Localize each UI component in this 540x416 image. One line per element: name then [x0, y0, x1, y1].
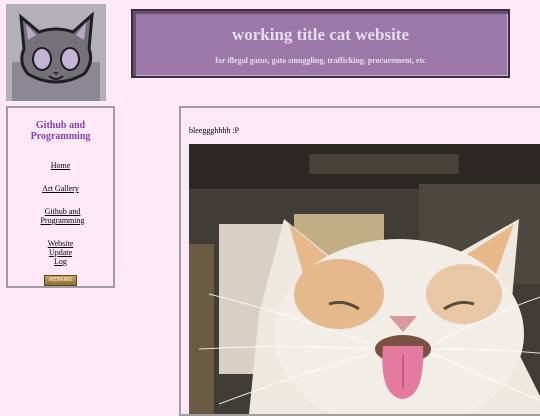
sidebar-heading: Github and Programming	[30, 120, 91, 142]
nav-link-home[interactable]: Home	[8, 161, 113, 170]
post-caption: bleeggghhhh :P	[189, 126, 239, 135]
site-subtitle: for illegal gatos, gato smuggling, traff…	[215, 56, 426, 65]
cat-logo-icon	[6, 4, 106, 101]
main-content: bleeggghhhh :P	[179, 106, 540, 416]
cat-tongue-photo	[189, 144, 540, 414]
webring-badge[interactable]: WEBRING	[44, 275, 77, 286]
site-logo	[6, 4, 106, 101]
sidebar: Github and Programming Home Art Gallery …	[6, 106, 115, 288]
nav-link-github[interactable]: Github and Programming	[8, 207, 113, 225]
site-header: working title cat website for illegal ga…	[131, 9, 510, 78]
site-title: working title cat website	[231, 25, 410, 44]
nav-link-update-log[interactable]: Website Update Log	[8, 239, 113, 266]
cat-photo	[189, 144, 540, 414]
nav-link-art-gallery[interactable]: Art Gallery	[8, 184, 113, 193]
